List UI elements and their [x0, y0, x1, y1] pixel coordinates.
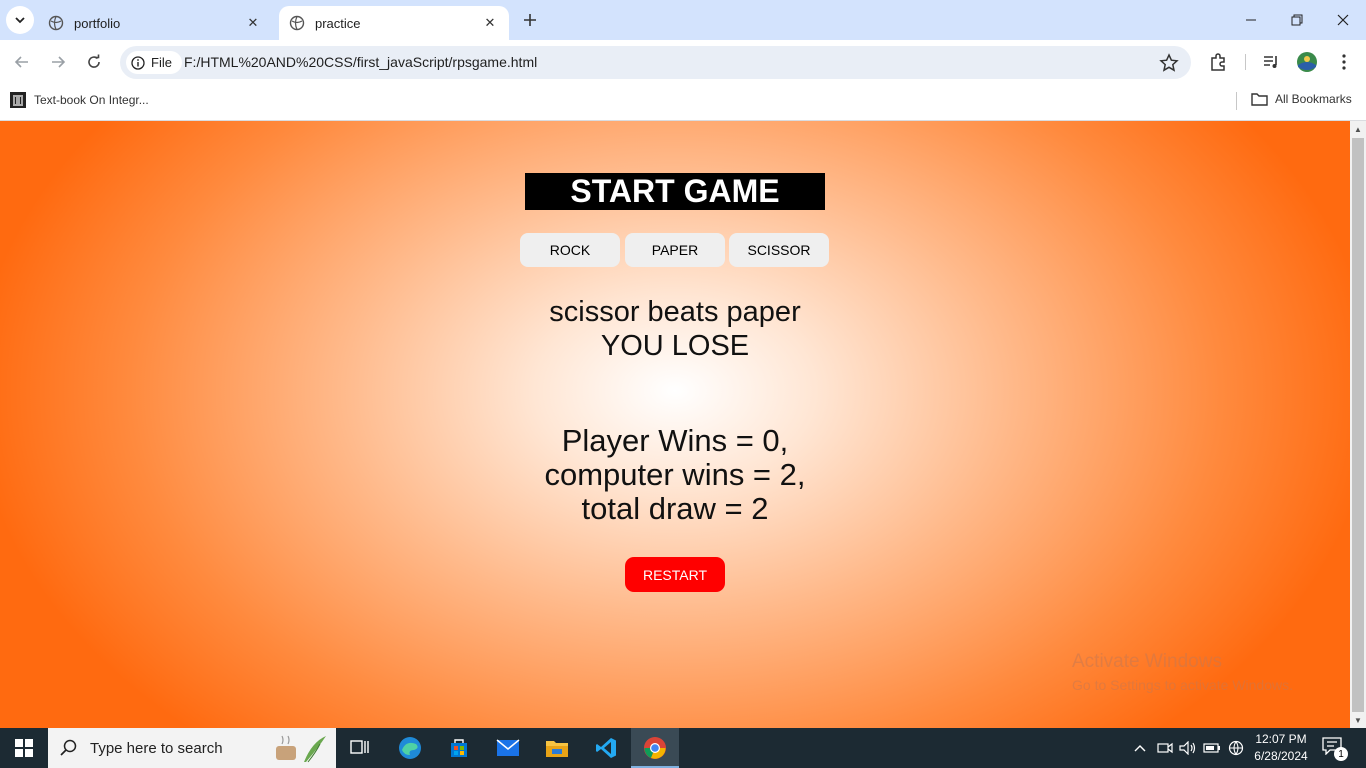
close-icon[interactable]: ✕	[481, 14, 499, 32]
chrome-app[interactable]	[631, 728, 679, 768]
vscode-icon	[596, 738, 616, 758]
tab-search-button[interactable]	[6, 6, 34, 34]
back-button[interactable]	[8, 48, 36, 76]
task-view-button[interactable]	[336, 728, 384, 768]
windows-logo-icon	[15, 739, 33, 757]
bookmark-star-icon[interactable]	[1159, 53, 1179, 73]
forward-button[interactable]	[44, 48, 72, 76]
search-icon	[60, 739, 77, 756]
reload-button[interactable]	[80, 48, 108, 76]
all-bookmarks-button[interactable]: All Bookmarks	[1251, 92, 1352, 106]
restore-button[interactable]	[1274, 0, 1320, 40]
notification-center-button[interactable]: 1	[1322, 737, 1348, 761]
chrome-icon	[644, 737, 666, 759]
minimize-icon	[1246, 19, 1256, 21]
tea-cup-illustration	[276, 735, 326, 763]
volume-icon[interactable]	[1178, 738, 1198, 758]
vscode-app[interactable]	[582, 728, 630, 768]
more-menu-icon[interactable]	[1333, 51, 1355, 73]
edge-app[interactable]	[386, 728, 434, 768]
restart-button[interactable]: RESTART	[625, 557, 725, 592]
restore-icon	[1291, 14, 1303, 26]
info-icon	[130, 55, 146, 71]
arrow-left-icon	[14, 56, 28, 68]
activate-windows-watermark: Activate Windows Go to Settings to activ…	[1072, 651, 1293, 693]
player-wins: Player Wins = 0,	[561, 423, 789, 458]
paper-button[interactable]: PAPER	[625, 233, 725, 267]
notification-badge: 1	[1334, 747, 1348, 761]
battery-icon[interactable]	[1202, 738, 1222, 758]
start-button[interactable]	[0, 728, 48, 768]
windows-taskbar: Type here to search 12:07 PM 6/28/2024 1	[0, 728, 1366, 768]
bookmark-item[interactable]: Text-book On Integr...	[10, 92, 149, 108]
chevron-down-icon	[15, 17, 25, 24]
meet-now-icon[interactable]	[1155, 738, 1175, 758]
extensions-icon[interactable]	[1207, 51, 1229, 73]
edge-icon	[399, 737, 421, 759]
site-info-chip[interactable]: File	[126, 51, 182, 74]
chevron-up-icon[interactable]	[1130, 738, 1150, 758]
arrow-right-icon	[52, 56, 66, 68]
browser-toolbar: File F:/HTML%20AND%20CSS/first_javaScrip…	[0, 40, 1366, 84]
result-status: YOU LOSE	[600, 330, 750, 362]
mail-icon	[496, 739, 520, 756]
watermark-title: Activate Windows	[1072, 651, 1222, 672]
scroll-thumb[interactable]	[1352, 138, 1364, 712]
start-game-heading: START GAME	[525, 173, 825, 210]
tab-practice[interactable]: practice ✕	[279, 6, 509, 40]
globe-icon	[48, 15, 64, 31]
profile-avatar[interactable]	[1296, 51, 1318, 73]
taskbar-search[interactable]: Type here to search	[48, 728, 336, 768]
clock-date: 6/28/2024	[1254, 749, 1308, 763]
close-window-button[interactable]	[1320, 0, 1366, 40]
library-icon	[10, 92, 26, 108]
scissor-button[interactable]: SCISSOR	[729, 233, 829, 267]
media-controls-icon[interactable]	[1260, 51, 1282, 73]
scroll-down-arrow-icon[interactable]: ▼	[1350, 712, 1366, 728]
url-text[interactable]: F:/HTML%20AND%20CSS/first_javaScript/rps…	[184, 54, 537, 70]
store-icon	[451, 739, 467, 757]
site-chip-label: File	[151, 55, 172, 70]
store-app[interactable]	[435, 728, 483, 768]
close-icon[interactable]: ✕	[244, 14, 262, 32]
system-clock[interactable]: 12:07 PM 6/28/2024	[1246, 731, 1316, 765]
result-message: scissor beats paper	[549, 296, 801, 328]
tab-title: practice	[315, 15, 361, 31]
plus-icon	[524, 14, 536, 26]
network-globe-icon[interactable]	[1226, 738, 1246, 758]
folder-icon	[1251, 93, 1268, 106]
computer-wins: computer wins = 2,	[544, 457, 806, 492]
reload-icon	[88, 54, 100, 68]
bookmarks-bar: Text-book On Integr... All Bookmarks	[0, 84, 1366, 121]
tab-strip: portfolio ✕ practice ✕	[0, 0, 1366, 40]
bookmark-label: Text-book On Integr...	[34, 93, 149, 107]
rock-button[interactable]: ROCK	[520, 233, 620, 267]
clock-time: 12:07 PM	[1255, 732, 1307, 746]
scroll-up-arrow-icon[interactable]: ▲	[1350, 121, 1366, 137]
search-placeholder: Type here to search	[90, 739, 223, 757]
bookmarks-divider	[1236, 92, 1237, 110]
tab-portfolio[interactable]: portfolio ✕	[38, 6, 272, 40]
tab-title: portfolio	[74, 15, 121, 31]
close-icon	[1337, 14, 1349, 26]
task-view-icon	[350, 740, 369, 754]
watermark-subtitle: Go to Settings to activate Windows.	[1072, 677, 1293, 693]
toolbar-divider	[1245, 54, 1246, 70]
folder-icon	[546, 741, 568, 757]
total-draw: total draw = 2	[581, 491, 769, 526]
all-bookmarks-label: All Bookmarks	[1275, 92, 1352, 106]
address-bar[interactable]: File F:/HTML%20AND%20CSS/first_javaScrip…	[120, 46, 1191, 79]
page-scrollbar[interactable]: ▲ ▼	[1350, 121, 1366, 728]
new-tab-button[interactable]	[518, 8, 542, 32]
globe-icon	[289, 15, 305, 31]
minimize-button[interactable]	[1228, 0, 1274, 40]
mail-app[interactable]	[484, 728, 532, 768]
file-explorer-app[interactable]	[533, 728, 581, 768]
page-viewport: START GAME ROCK PAPER SCISSOR scissor be…	[0, 121, 1350, 728]
